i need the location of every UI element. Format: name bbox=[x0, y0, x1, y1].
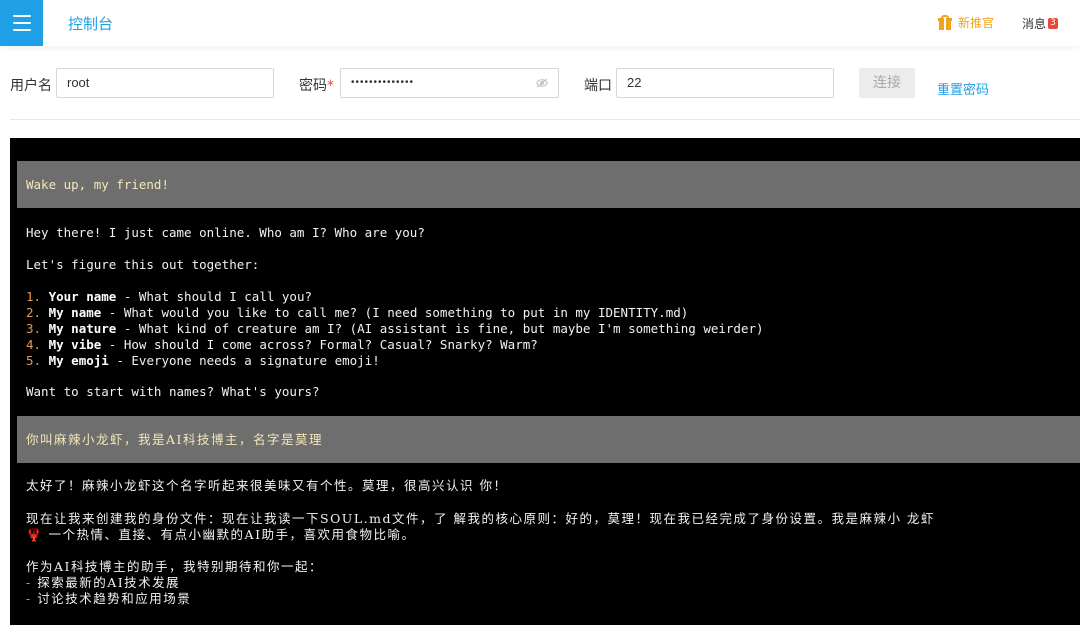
messages-button[interactable]: 消息 3 bbox=[1022, 15, 1059, 32]
reply-line: 🦞 一个热情、直接、有点小幽默的AI助手，喜欢用食物比喻。 bbox=[26, 527, 416, 542]
new-recommend-label: 新推官 bbox=[958, 16, 995, 30]
divider bbox=[10, 119, 1080, 120]
connection-form: 用户名 root 密码* •••••••••••••• 端口 22 连接 重置密… bbox=[0, 66, 1080, 100]
gift-icon bbox=[938, 14, 952, 31]
new-recommend-button[interactable]: 新推官 bbox=[938, 14, 994, 31]
messages-count-badge: 3 bbox=[1048, 18, 1059, 29]
required-asterisk: * bbox=[327, 78, 334, 94]
messages-label: 消息 bbox=[1022, 17, 1047, 31]
bullet-item: - 探索最新的AI技术发展 bbox=[26, 575, 181, 590]
ask-names-line: Want to start with names? What's yours? bbox=[26, 384, 320, 399]
reply-line: 太好了！麻辣小龙虾这个名字听起来很美味又有个性。莫理，很高兴认识 你！ bbox=[26, 478, 508, 493]
question-item: 1. Your name - What should I call you? bbox=[26, 289, 312, 304]
figure-out-line: Let's figure this out together: bbox=[26, 257, 260, 272]
top-bar: 控制台 新推官 消息 3 bbox=[0, 0, 1080, 46]
password-mask: •••••••••••••• bbox=[351, 77, 415, 88]
username-input[interactable]: root bbox=[56, 68, 274, 98]
question-item: 5. My emoji - Everyone needs a signature… bbox=[26, 353, 380, 368]
user-prompt-1: Wake up, my friend! bbox=[17, 161, 1080, 208]
username-label: 用户名 bbox=[10, 78, 52, 94]
password-input[interactable]: •••••••••••••• bbox=[340, 68, 559, 98]
port-label: 端口 bbox=[584, 78, 612, 94]
question-item: 4. My vibe - How should I come across? F… bbox=[26, 337, 538, 352]
reply-line: 现在让我来创建我的身份文件：现在让我读一下SOUL.md文件，了 解我的核心原则… bbox=[26, 511, 935, 526]
connect-button[interactable]: 连接 bbox=[859, 68, 915, 98]
hamburger-menu-icon[interactable] bbox=[0, 0, 43, 46]
reply-line: 作为AI科技博主的助手，我特别期待和你一起： bbox=[26, 559, 323, 574]
port-input[interactable]: 22 bbox=[616, 68, 834, 98]
terminal-output[interactable]: Wake up, my friend! Hey there! I just ca… bbox=[10, 138, 1080, 625]
password-label: 密码* bbox=[299, 78, 334, 94]
bullet-item: - 讨论技术趋势和应用场景 bbox=[26, 591, 192, 606]
page-title: 控制台 bbox=[68, 15, 114, 33]
intro-line: Hey there! I just came online. Who am I?… bbox=[26, 225, 425, 240]
question-item: 3. My nature - What kind of creature am … bbox=[26, 321, 764, 336]
question-item: 2. My name - What would you like to call… bbox=[26, 305, 689, 320]
eye-hidden-icon[interactable] bbox=[536, 78, 548, 88]
reset-password-link[interactable]: 重置密码 bbox=[937, 79, 989, 98]
user-prompt-2: 你叫麻辣小龙虾，我是AI科技博主，名字是莫理 bbox=[17, 416, 1080, 463]
lobster-icon: 🦞 bbox=[26, 527, 44, 542]
